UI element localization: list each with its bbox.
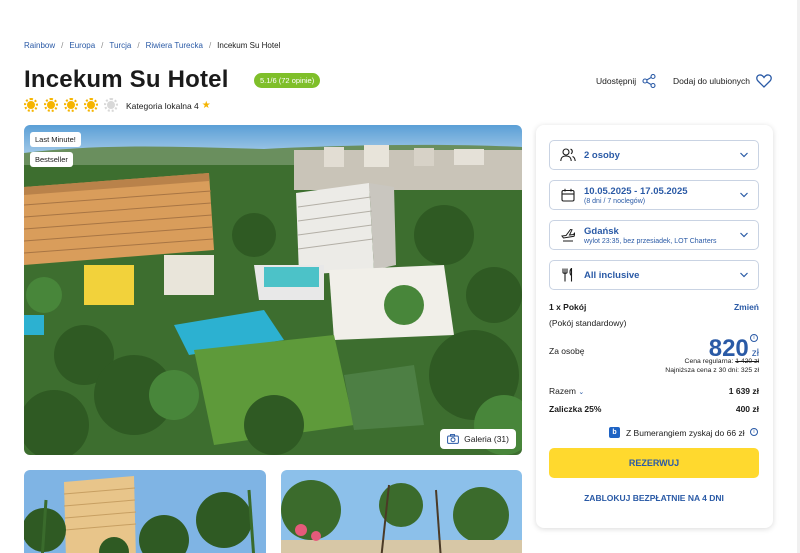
- hotel-thumbnail[interactable]: [281, 470, 522, 553]
- share-label: Udostępnij: [596, 76, 637, 86]
- heart-icon: [756, 74, 772, 88]
- departure-city: Gdańsk: [584, 225, 619, 237]
- dates-value: 10.05.2025 - 17.05.2025: [584, 185, 688, 197]
- persons-select[interactable]: 2 osoby: [549, 140, 759, 170]
- breadcrumb-separator: /: [208, 41, 212, 50]
- lowest-price-note: Najniższa cena z 30 dni: 325 zł: [665, 367, 759, 374]
- departure-select[interactable]: Gdańsk wylot 23:35, bez przesiadek, LOT …: [549, 220, 759, 250]
- chevron-down-icon: ⌄: [578, 389, 585, 396]
- price-info-icon[interactable]: i: [750, 334, 758, 342]
- booking-panel: 2 osoby 10.05.2025 - 17.05.2025 (8 dni /…: [536, 125, 773, 528]
- bumerang-info-icon[interactable]: i: [750, 428, 758, 436]
- deposit-value: 400 zł: [735, 404, 759, 414]
- local-category-label: Kategoria lokalna 4: [126, 100, 199, 111]
- bumerang-text: Z Bumerangiem zyskaj do 66 zł: [626, 427, 745, 438]
- breadcrumb-item[interactable]: Riwiera Turecka: [146, 41, 203, 50]
- breadcrumb: Rainbow / Europa / Turcja / Riwiera Ture…: [24, 41, 280, 50]
- board-select[interactable]: All inclusive: [549, 260, 759, 290]
- room-count: 1 x Pokój: [549, 302, 587, 312]
- chevron-down-icon: [740, 152, 748, 158]
- share-button[interactable]: Udostępnij: [596, 74, 656, 88]
- page-title: Incekum Su Hotel: [24, 66, 229, 93]
- total-row: Razem ⌄ 1 639 zł: [549, 386, 759, 396]
- sun-rating: [24, 98, 118, 112]
- deposit-row: Zaliczka 25% 400 zł: [549, 404, 759, 414]
- star-icon: ★: [201, 100, 211, 111]
- favorite-label: Dodaj do ulubionych: [673, 76, 751, 86]
- add-to-favorites-button[interactable]: Dodaj do ulubionych: [673, 74, 772, 88]
- dates-duration: (8 dni / 7 noclegów): [584, 197, 646, 205]
- cutlery-icon: [560, 267, 576, 283]
- chevron-down-icon: [740, 272, 748, 278]
- board-value: All inclusive: [584, 269, 640, 281]
- hotel-building-image: [24, 470, 266, 553]
- rating-badge[interactable]: 5.1/6 (72 opinie): [254, 73, 321, 88]
- bumerang-logo-icon: b: [609, 427, 620, 438]
- block-free-link[interactable]: ZABLOKUJ BEZPŁATNIE NA 4 DNI: [549, 493, 759, 503]
- sun-icon: [84, 98, 98, 112]
- sun-empty-icon: [104, 98, 118, 112]
- bumerang-promo: b Z Bumerangiem zyskaj do 66 zł: [609, 427, 745, 438]
- users-icon: [560, 147, 576, 163]
- dates-select[interactable]: 10.05.2025 - 17.05.2025 (8 dni / 7 nocle…: [549, 180, 759, 210]
- regular-price-label: Cena regularna:: [684, 358, 734, 365]
- deposit-label: Zaliczka 25%: [549, 404, 602, 414]
- flight-details: wylot 23:35, bez przesiadek, LOT Charter…: [584, 237, 717, 245]
- total-label[interactable]: Razem ⌄: [549, 386, 584, 396]
- regular-price-note: Cena regularna: 1 420 zł: [685, 358, 759, 365]
- persons-value: 2 osoby: [584, 149, 620, 161]
- breadcrumb-item[interactable]: Rainbow: [24, 41, 55, 50]
- sun-icon: [24, 98, 38, 112]
- sun-icon: [44, 98, 58, 112]
- hotel-thumbnail[interactable]: [24, 470, 266, 553]
- local-category: Kategoria lokalna 4 ★: [126, 100, 211, 111]
- chevron-down-icon: [740, 192, 748, 198]
- breadcrumb-item[interactable]: Turcja: [109, 41, 131, 50]
- breadcrumb-separator: /: [101, 41, 104, 50]
- breadcrumb-separator: /: [61, 41, 64, 50]
- calendar-icon: [560, 187, 576, 203]
- camera-icon: [447, 434, 460, 444]
- plane-icon: [560, 227, 576, 243]
- change-room-link[interactable]: Zmień: [734, 302, 759, 312]
- room-type: (Pokój standardowy): [549, 318, 627, 328]
- chevron-down-icon: [740, 232, 748, 238]
- pool-garden-image: [281, 470, 522, 553]
- reserve-button[interactable]: REZERWUJ: [549, 448, 759, 478]
- bestseller-tag: Bestseller: [30, 152, 73, 167]
- last-minute-tag: Last Minute!: [30, 132, 81, 147]
- gallery-button[interactable]: Galeria (31): [440, 429, 516, 449]
- regular-price-value: 1 420 zł: [735, 358, 759, 365]
- gallery-label: Galeria (31): [464, 434, 509, 444]
- room-row: 1 x Pokój Zmień: [549, 302, 759, 312]
- sun-icon: [64, 98, 78, 112]
- share-icon: [642, 74, 656, 88]
- breadcrumb-item[interactable]: Europa: [69, 41, 95, 50]
- hotel-main-photo[interactable]: Last Minute! Bestseller Galeria (31): [24, 125, 522, 455]
- total-value: 1 639 zł: [728, 386, 759, 396]
- breadcrumb-separator: /: [137, 41, 140, 50]
- breadcrumb-current: Incekum Su Hotel: [217, 41, 281, 50]
- hotel-aerial-image: [24, 125, 522, 455]
